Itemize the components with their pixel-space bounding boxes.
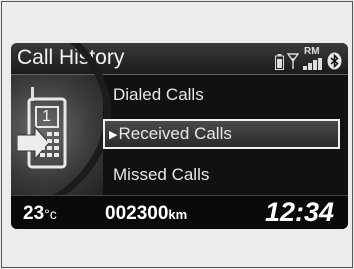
clock: 12:34 [264,197,334,227]
infotainment-screen: Call History RM 1 Dialed Calls ▶ Receive… [11,43,348,229]
battery-icon [275,54,284,70]
menu-item-received-calls[interactable]: ▶ Received Calls [103,119,340,149]
bluetooth-icon [327,52,342,70]
page-title: Call History [17,46,125,69]
figure-frame: Call History RM 1 Dialed Calls ▶ Receive… [1,1,353,268]
odometer: 002300km [105,203,188,224]
phone-graphic-panel: 1 [11,75,103,195]
antenna-icon [287,53,299,69]
outside-temperature: 23°c [23,203,57,224]
status-icons: RM [275,46,342,70]
phone-number-badge: 1 [42,108,51,125]
call-history-menu: Dialed Calls ▶ Received Calls Missed Cal… [101,75,348,195]
selection-arrow-icon: ▶ [109,128,118,141]
roaming-label: RM [304,46,320,57]
signal-strength-icon [303,58,322,70]
phone-icon [17,87,67,169]
status-bar: 23°c 002300km 12:34 [11,195,348,229]
menu-item-missed-calls[interactable]: Missed Calls [113,161,333,189]
menu-item-dialed-calls[interactable]: Dialed Calls [113,81,333,109]
header-bar: Call History RM [11,43,348,75]
